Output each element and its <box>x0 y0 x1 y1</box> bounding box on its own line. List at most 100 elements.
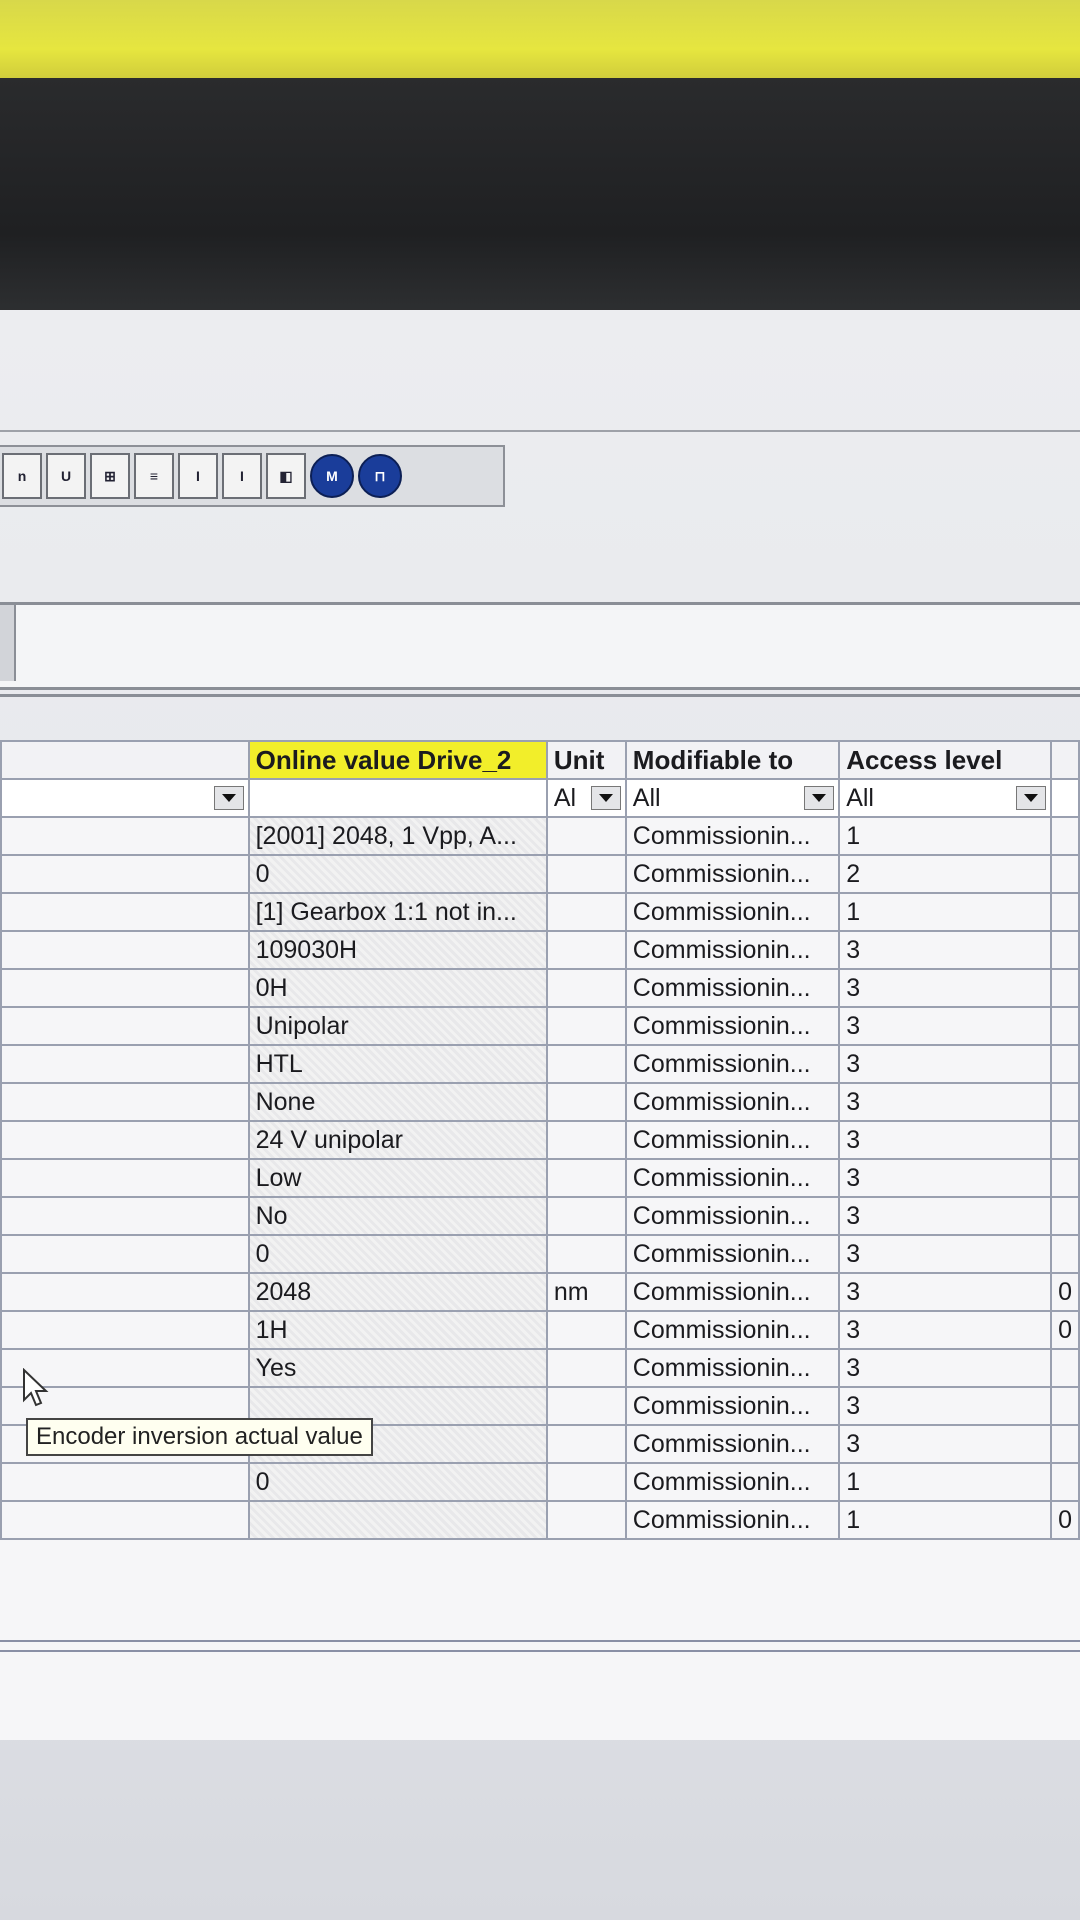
modifiable-cell[interactable]: Commissionin... <box>624 1234 841 1274</box>
online-value-cell[interactable]: 24 V unipolar <box>247 1120 548 1160</box>
unit-cell[interactable] <box>545 930 627 970</box>
access-level-cell[interactable]: 3 <box>838 930 1053 970</box>
filter-access-level[interactable]: All <box>838 778 1053 818</box>
access-level-cell[interactable]: 3 <box>838 1044 1053 1084</box>
extra-cell[interactable] <box>1050 892 1080 932</box>
extra-cell[interactable] <box>1050 1348 1080 1388</box>
access-level-cell[interactable]: 3 <box>838 1272 1053 1312</box>
unit-cell[interactable] <box>545 1196 627 1236</box>
extra-cell[interactable] <box>1050 1120 1080 1160</box>
table-row[interactable]: 109030H Commissionin... 3 <box>0 930 1080 970</box>
access-level-cell[interactable]: 3 <box>838 1310 1053 1350</box>
modifiable-cell[interactable]: Commissionin... <box>624 1462 841 1502</box>
online-value-cell[interactable]: Yes <box>247 1348 548 1388</box>
online-value-cell[interactable]: [1] Gearbox 1:1 not in... <box>247 892 548 932</box>
unit-cell[interactable] <box>545 854 627 894</box>
panel-left-handle[interactable] <box>0 605 16 681</box>
name-cell[interactable] <box>0 1006 250 1046</box>
unit-cell[interactable] <box>545 1348 627 1388</box>
extra-cell[interactable] <box>1050 1006 1080 1046</box>
unit-cell[interactable] <box>545 1310 627 1350</box>
name-cell[interactable] <box>0 1120 250 1160</box>
unit-cell[interactable] <box>545 816 627 856</box>
unit-cell[interactable] <box>545 968 627 1008</box>
extra-cell[interactable]: 0 <box>1050 1272 1080 1312</box>
extra-cell[interactable]: 0 <box>1050 1500 1080 1540</box>
modifiable-cell[interactable]: Commissionin... <box>624 1044 841 1084</box>
motor-m-icon[interactable]: M <box>310 454 354 498</box>
access-level-cell[interactable]: 3 <box>838 1196 1053 1236</box>
modifiable-cell[interactable]: Commissionin... <box>624 1158 841 1198</box>
table-row[interactable]: 0 Commissionin... 2 <box>0 854 1080 894</box>
online-value-cell[interactable]: HTL <box>247 1044 548 1084</box>
extra-cell[interactable] <box>1050 1462 1080 1502</box>
online-value-cell[interactable]: 2048 <box>247 1272 548 1312</box>
table-row[interactable]: 0H Commissionin...3 <box>0 968 1080 1008</box>
name-cell[interactable] <box>0 1500 250 1540</box>
extra-cell[interactable] <box>1050 968 1080 1008</box>
unit-cell[interactable] <box>545 1424 627 1464</box>
modifiable-cell[interactable]: Commissionin... <box>624 1120 841 1160</box>
table-row[interactable]: 1H Commissionin... 3 0 <box>0 1310 1080 1350</box>
corner-i-icon[interactable]: I <box>178 453 218 499</box>
name-cell[interactable] <box>0 1462 250 1502</box>
column-header-online-value[interactable]: Online value Drive_2 <box>247 740 548 780</box>
filter-unit[interactable]: Al <box>545 778 627 818</box>
access-level-cell[interactable]: 3 <box>838 968 1053 1008</box>
access-level-cell[interactable]: 3 <box>838 1158 1053 1198</box>
filter-modifiable[interactable]: All <box>624 778 841 818</box>
column-header-name[interactable] <box>0 740 250 780</box>
access-level-cell[interactable]: 3 <box>838 1120 1053 1160</box>
table-row[interactable]: 0 Commissionin... 3 <box>0 1234 1080 1274</box>
modifiable-cell[interactable]: Commissionin... <box>624 892 841 932</box>
unit-cell[interactable]: nm <box>545 1272 627 1312</box>
table-row[interactable]: 24 V unipolar Commissionin... 3 <box>0 1120 1080 1160</box>
column-header-access-level[interactable]: Access level <box>838 740 1053 780</box>
chevron-down-icon[interactable] <box>213 786 244 810</box>
access-level-cell[interactable]: 1 <box>838 1500 1053 1540</box>
online-value-cell[interactable]: 1H <box>247 1310 548 1350</box>
access-level-cell[interactable]: 1 <box>838 892 1053 932</box>
online-value-cell[interactable]: Unipolar <box>247 1006 548 1046</box>
extra-cell[interactable] <box>1050 816 1080 856</box>
unit-cell[interactable] <box>545 1234 627 1274</box>
modifiable-cell[interactable]: Commissionin... <box>624 1500 841 1540</box>
modifiable-cell[interactable]: Commissionin... <box>624 1424 841 1464</box>
name-cell[interactable] <box>0 930 250 970</box>
modifiable-cell[interactable]: Commissionin... <box>624 930 841 970</box>
column-header-unit[interactable]: Unit <box>545 740 627 780</box>
table-row[interactable]: 2048 nm Commissionin... 3 0 <box>0 1272 1080 1312</box>
online-value-cell[interactable]: 0H <box>247 968 548 1008</box>
unit-cell[interactable] <box>545 1158 627 1198</box>
unit-cell[interactable] <box>545 1386 627 1426</box>
chevron-down-icon[interactable] <box>1016 786 1047 810</box>
modifiable-cell[interactable]: Commissionin... <box>624 968 841 1008</box>
table-row[interactable]: [1] Gearbox 1:1 not in... Commissionin...… <box>0 892 1080 932</box>
column-header-extra[interactable] <box>1050 740 1080 780</box>
modifiable-cell[interactable]: Commissionin... <box>624 1310 841 1350</box>
modifiable-cell[interactable]: Commissionin... <box>624 1272 841 1312</box>
extra-cell[interactable] <box>1050 1044 1080 1084</box>
curve-n-icon[interactable]: n <box>2 453 42 499</box>
table-row[interactable]: 0 Commissionin... 1 <box>0 1462 1080 1502</box>
table-row[interactable]: Yes Commissionin... 3 <box>0 1348 1080 1388</box>
extra-cell[interactable] <box>1050 854 1080 894</box>
access-level-cell[interactable]: 3 <box>838 1082 1053 1122</box>
unit-cell[interactable] <box>545 1120 627 1160</box>
modifiable-cell[interactable]: Commissionin... <box>624 1082 841 1122</box>
modifiable-cell[interactable]: Commissionin... <box>624 1196 841 1236</box>
access-level-cell[interactable]: 1 <box>838 816 1053 856</box>
extra-cell[interactable] <box>1050 1196 1080 1236</box>
name-cell[interactable] <box>0 1044 250 1084</box>
access-level-cell[interactable]: 3 <box>838 1234 1053 1274</box>
filter-name[interactable] <box>0 778 250 818</box>
online-value-cell[interactable]: 109030H <box>247 930 548 970</box>
name-cell[interactable] <box>0 1082 250 1122</box>
modifiable-cell[interactable]: Commissionin... <box>624 816 841 856</box>
network-icon[interactable]: ⊞ <box>90 453 130 499</box>
online-value-cell[interactable]: Low <box>247 1158 548 1198</box>
filter-n-icon[interactable]: ≡ <box>134 453 174 499</box>
online-value-cell[interactable]: 0 <box>247 1234 548 1274</box>
unit-cell[interactable] <box>545 1044 627 1084</box>
split-box-icon[interactable]: ◧ <box>266 453 306 499</box>
